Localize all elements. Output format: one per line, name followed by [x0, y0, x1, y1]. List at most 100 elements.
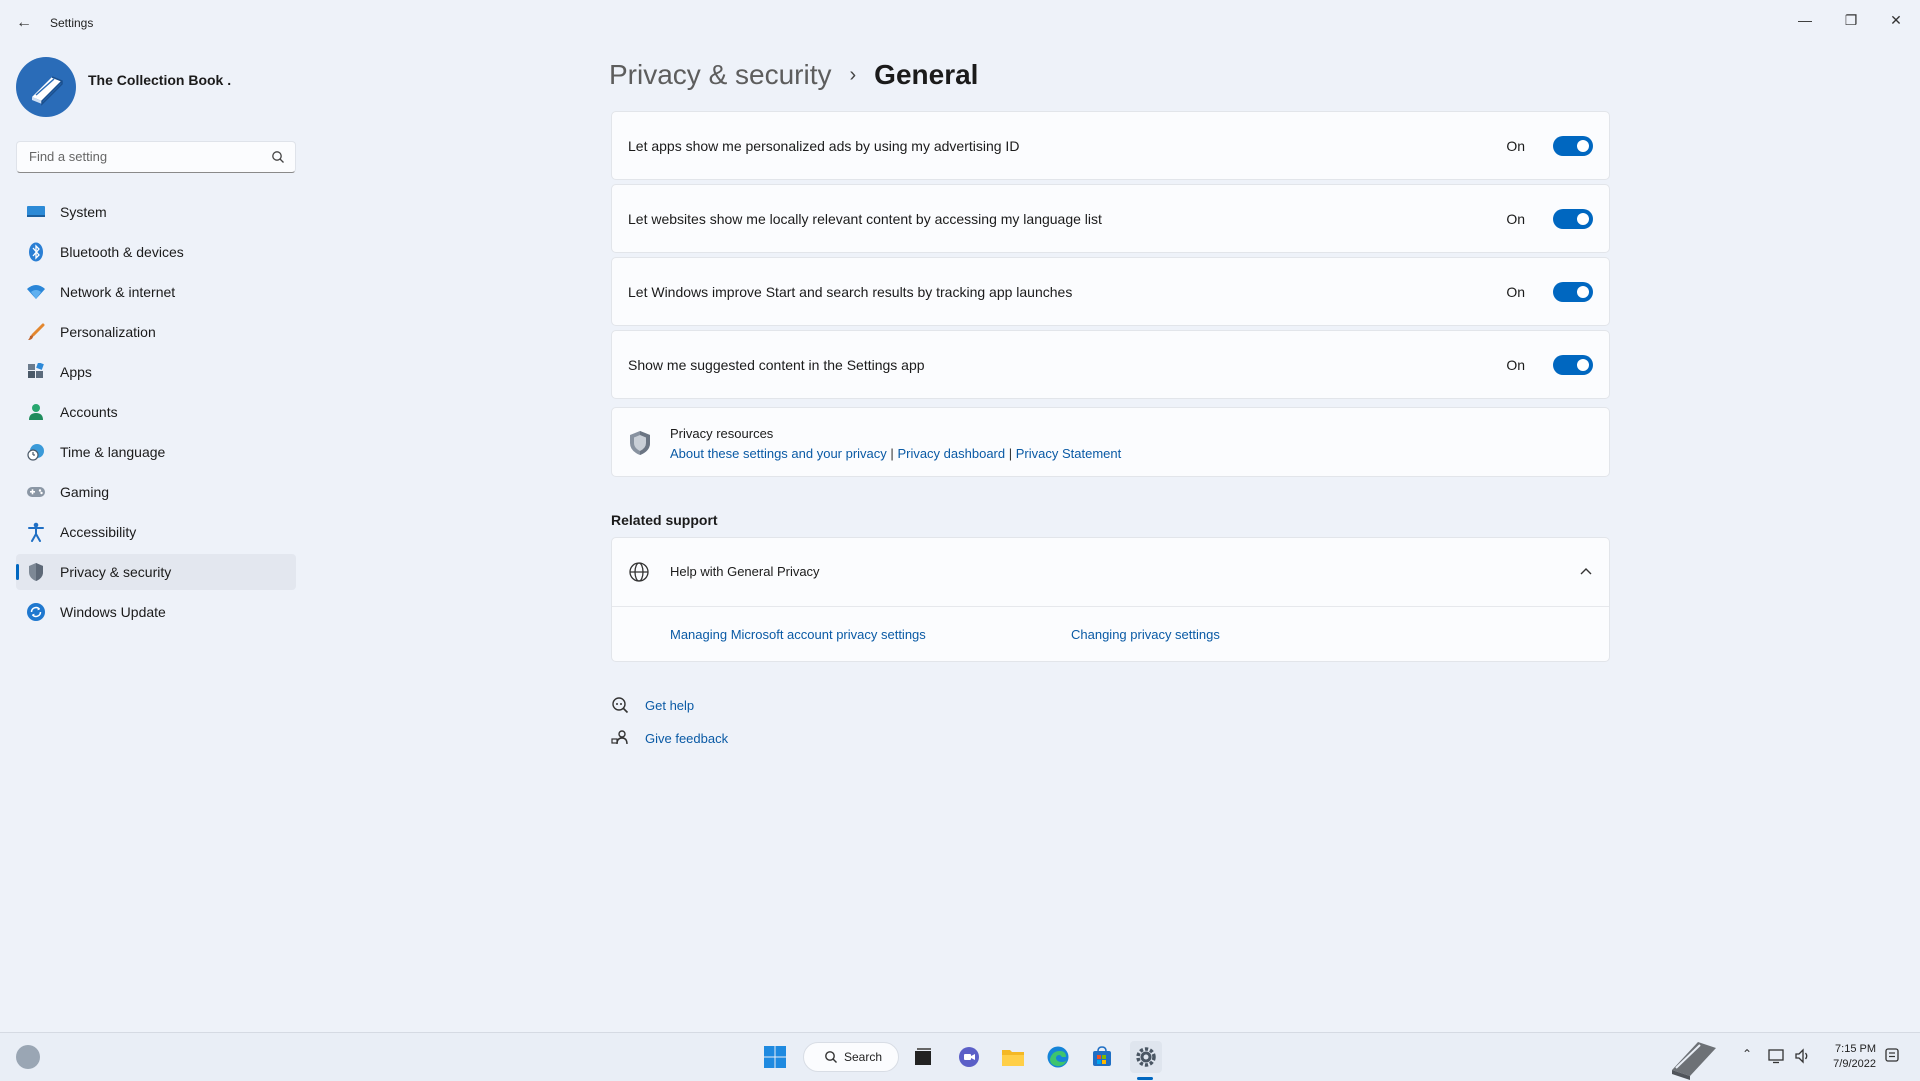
- restore-button[interactable]: ❐: [1831, 8, 1871, 32]
- setting-label: Let Windows improve Start and search res…: [628, 284, 1073, 300]
- help-expander-header[interactable]: Help with General Privacy: [612, 538, 1609, 607]
- globe-icon: [629, 562, 649, 582]
- toggle-knob: [1577, 140, 1589, 152]
- clock-globe-icon: [26, 442, 46, 462]
- search-input[interactable]: [27, 148, 261, 165]
- setting-label: Let websites show me locally relevant co…: [628, 211, 1102, 227]
- about-settings-link[interactable]: About these settings and your privacy: [670, 446, 887, 461]
- chat-icon[interactable]: [953, 1041, 985, 1073]
- managing-account-privacy-link[interactable]: Managing Microsoft account privacy setti…: [670, 627, 926, 642]
- toggle-state-label: On: [1506, 357, 1525, 373]
- book-logo-icon: [18, 59, 74, 115]
- sidebar-item-system[interactable]: System: [16, 194, 296, 230]
- sidebar-item-label: System: [60, 204, 107, 220]
- link-divider: |: [1008, 446, 1013, 461]
- link-divider: |: [890, 446, 894, 461]
- display-icon[interactable]: [1768, 1047, 1786, 1065]
- get-help-link[interactable]: Get help: [645, 698, 694, 713]
- windows-logo-icon: [764, 1046, 786, 1068]
- toggle-knob: [1577, 359, 1589, 371]
- edge-browser-icon[interactable]: [1042, 1041, 1074, 1073]
- avatar[interactable]: [16, 57, 76, 117]
- start-button[interactable]: [759, 1041, 791, 1073]
- sidebar-item-network[interactable]: Network & internet: [16, 274, 296, 310]
- toggle-knob: [1577, 286, 1589, 298]
- give-feedback-row[interactable]: Give feedback: [611, 727, 728, 749]
- app-launches-toggle[interactable]: [1553, 282, 1593, 302]
- task-view-icon[interactable]: [907, 1041, 939, 1073]
- toggle-state-label: On: [1506, 211, 1525, 227]
- language-list-toggle[interactable]: [1553, 209, 1593, 229]
- back-arrow-icon[interactable]: ←: [14, 12, 34, 34]
- sidebar-item-windows-update[interactable]: Windows Update: [16, 594, 296, 630]
- suggested-content-toggle[interactable]: [1553, 355, 1593, 375]
- setting-card-advertising-id: Let apps show me personalized ads by usi…: [611, 111, 1610, 180]
- toggle-knob: [1577, 213, 1589, 225]
- widgets-icon[interactable]: [16, 1045, 40, 1069]
- sidebar-item-time-language[interactable]: Time & language: [16, 434, 296, 470]
- privacy-resources-links: About these settings and your privacy | …: [670, 446, 1121, 461]
- minimize-button[interactable]: —: [1785, 8, 1825, 32]
- update-icon: [26, 602, 46, 622]
- related-support-heading: Related support: [611, 512, 718, 528]
- sidebar-item-label: Windows Update: [60, 604, 166, 620]
- tray-overflow-chevron-icon[interactable]: ⌃: [1742, 1047, 1752, 1061]
- person-icon: [26, 402, 46, 422]
- search-box[interactable]: [16, 141, 296, 173]
- give-feedback-link[interactable]: Give feedback: [645, 731, 728, 746]
- taskbar-clock[interactable]: 7:15 PM 7/9/2022: [1820, 1042, 1876, 1072]
- sidebar-item-accessibility[interactable]: Accessibility: [16, 514, 296, 550]
- microsoft-store-icon[interactable]: [1086, 1041, 1118, 1073]
- sidebar-item-label: Accounts: [60, 404, 118, 420]
- sidebar-item-label: Apps: [60, 364, 92, 380]
- toggle-state-label: On: [1506, 284, 1525, 300]
- sidebar-item-label: Time & language: [60, 444, 166, 460]
- volume-icon[interactable]: [1794, 1047, 1812, 1065]
- book-logo-icon: [1672, 1042, 1716, 1080]
- changing-privacy-settings-link[interactable]: Changing privacy settings: [1071, 627, 1220, 642]
- breadcrumb-parent[interactable]: Privacy & security: [609, 59, 832, 91]
- sidebar-item-accounts[interactable]: Accounts: [16, 394, 296, 430]
- bluetooth-icon: [26, 242, 46, 262]
- search-icon: [825, 1051, 837, 1063]
- sidebar-item-gaming[interactable]: Gaming: [16, 474, 296, 510]
- sidebar-item-bluetooth[interactable]: Bluetooth & devices: [16, 234, 296, 270]
- wifi-icon: [26, 282, 46, 302]
- sidebar-item-apps[interactable]: Apps: [16, 354, 296, 390]
- sidebar-item-label: Privacy & security: [60, 564, 172, 580]
- privacy-resources-title: Privacy resources: [670, 426, 774, 441]
- app-title: Settings: [50, 16, 94, 30]
- taskbar-search-button[interactable]: Search: [803, 1042, 899, 1072]
- clock-time: 7:15 PM: [1835, 1043, 1876, 1055]
- privacy-resources-card: Privacy resources About these settings a…: [611, 407, 1610, 477]
- help-general-privacy-card: Help with General Privacy Managing Micro…: [611, 537, 1610, 662]
- accessibility-icon: [26, 522, 46, 542]
- apps-icon: [26, 362, 46, 382]
- chevron-up-icon: [1580, 568, 1592, 575]
- taskbar-search-label: Search: [844, 1050, 883, 1064]
- privacy-statement-link[interactable]: Privacy Statement: [1016, 446, 1122, 461]
- help-title: Help with General Privacy: [670, 564, 820, 579]
- setting-label: Show me suggested content in the Setting…: [628, 357, 925, 373]
- file-explorer-icon[interactable]: [997, 1041, 1029, 1073]
- monitor-icon: [26, 202, 46, 222]
- settings-gear-icon[interactable]: [1130, 1041, 1162, 1073]
- advertising-id-toggle[interactable]: [1553, 136, 1593, 156]
- sidebar-item-personalization[interactable]: Personalization: [16, 314, 296, 350]
- notification-icon[interactable]: [1884, 1047, 1900, 1063]
- shield-icon: [26, 562, 46, 582]
- sidebar-item-label: Accessibility: [60, 524, 137, 540]
- feedback-icon: [611, 730, 628, 745]
- page-title: General: [874, 59, 979, 90]
- search-icon: [272, 151, 284, 163]
- breadcrumb-separator: ›: [849, 63, 857, 86]
- get-help-row[interactable]: Get help: [611, 694, 694, 716]
- sidebar-nav: System Bluetooth & devices Network & int…: [16, 194, 296, 634]
- setting-card-language-list: Let websites show me locally relevant co…: [611, 184, 1610, 253]
- sidebar-item-label: Bluetooth & devices: [60, 244, 184, 260]
- close-button[interactable]: ✕: [1876, 8, 1916, 32]
- sidebar-item-privacy-security[interactable]: Privacy & security: [16, 554, 296, 590]
- title-bar: ← Settings — ❐ ✕: [0, 0, 1920, 48]
- sidebar-item-label: Network & internet: [60, 284, 176, 300]
- privacy-dashboard-link[interactable]: Privacy dashboard: [897, 446, 1005, 461]
